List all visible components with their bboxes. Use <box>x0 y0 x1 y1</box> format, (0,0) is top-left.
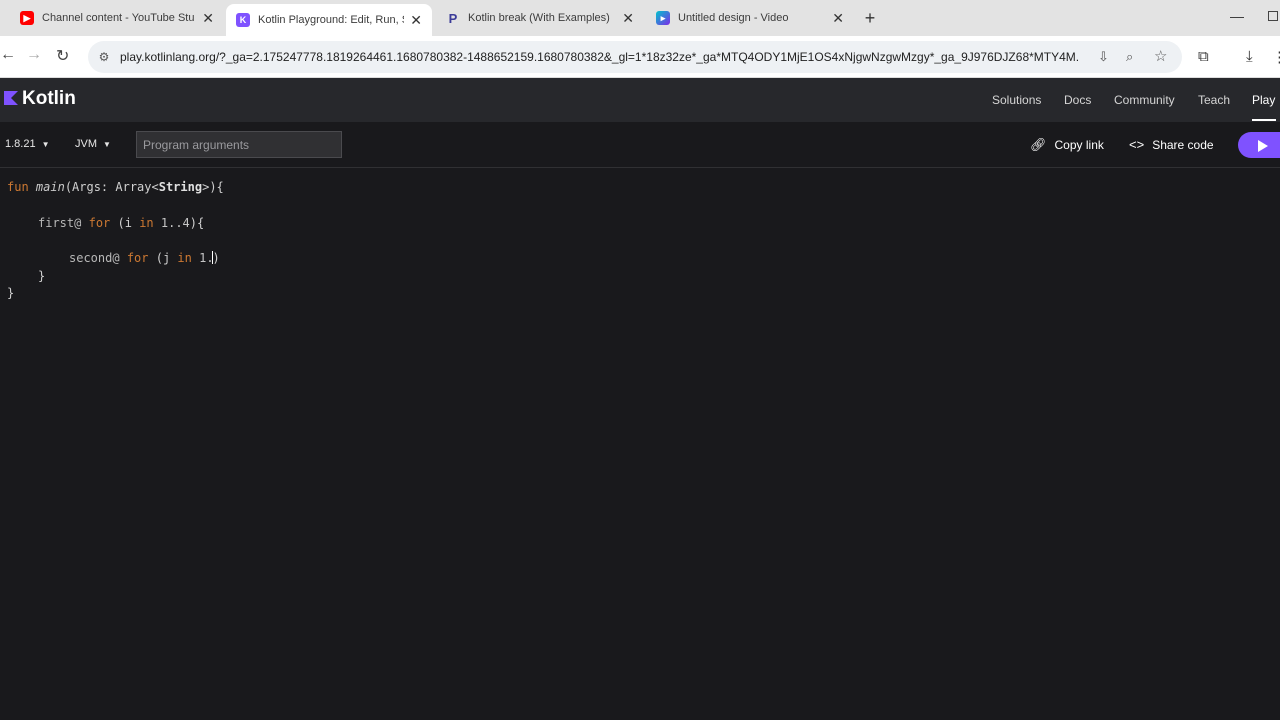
canva-icon: ▸ <box>656 11 670 25</box>
chevron-down-icon: ▼ <box>41 140 50 149</box>
browser-tab-kotlin-break[interactable]: P Kotlin break (With Examples) ✕ <box>436 4 644 32</box>
bookmark-star-icon[interactable]: ☆ <box>1154 47 1167 65</box>
site-header: Kotlin Solutions Docs Community Teach Pl… <box>0 78 1280 122</box>
minimize-icon[interactable]: — <box>1230 8 1244 24</box>
chevron-down-icon: ▼ <box>103 140 111 149</box>
install-app-icon[interactable]: ⇩ <box>1098 49 1109 65</box>
browser-tab-canva[interactable]: ▸ Untitled design - Video ✕ <box>646 4 854 32</box>
close-icon[interactable]: ✕ <box>622 10 634 27</box>
address-bar[interactable]: ⚙ play.kotlinlang.org/?_ga=2.175247778.1… <box>88 41 1182 73</box>
code-brackets-icon: <> <box>1129 137 1145 152</box>
download-icon[interactable]: ⤓ <box>1246 48 1253 65</box>
nav-docs[interactable]: Docs <box>1064 93 1091 107</box>
site-logo-text[interactable]: Kotlin <box>22 88 76 110</box>
browser-tab-kotlin-playground[interactable]: K Kotlin Playground: Edit, Run, Sh ✕ <box>226 4 432 36</box>
code-line-4[interactable]: } <box>38 269 45 283</box>
nav-play[interactable]: Play <box>1252 93 1275 107</box>
code-editor[interactable]: fun main(Args: Array<String>){ first@ fo… <box>0 168 1280 720</box>
version-select[interactable]: 1.8.21 ▼ <box>5 138 50 150</box>
link-icon: 🔗︎ <box>1030 137 1047 152</box>
url-text[interactable]: play.kotlinlang.org/?_ga=2.175247778.181… <box>120 50 1080 64</box>
menu-icon[interactable]: ⋮ <box>1272 48 1280 66</box>
nav-teach[interactable]: Teach <box>1198 93 1230 107</box>
maximize-icon[interactable] <box>1268 11 1278 21</box>
tab-title: Kotlin break (With Examples) <box>468 12 610 24</box>
nav-community[interactable]: Community <box>1114 93 1175 107</box>
copy-link-button[interactable]: 🔗︎ Copy link <box>1030 137 1104 153</box>
browser-tab-strip: ▶ Channel content - YouTube Stu ✕ K Kotl… <box>0 0 1280 36</box>
forward-arrow-icon[interactable]: → <box>26 46 42 64</box>
target-value: JVM <box>75 138 97 150</box>
youtube-icon: ▶ <box>20 11 34 25</box>
target-select[interactable]: JVM ▼ <box>75 138 111 150</box>
new-tab-button[interactable]: + <box>862 8 878 29</box>
run-button[interactable] <box>1238 132 1280 158</box>
copy-link-label: Copy link <box>1054 138 1104 152</box>
code-line-5[interactable]: } <box>7 286 14 300</box>
program-arguments-input[interactable] <box>136 131 342 158</box>
code-line-1[interactable]: fun main(Args: Array<String>){ <box>7 180 224 194</box>
programiz-icon: P <box>448 10 458 26</box>
browser-tab-youtube[interactable]: ▶ Channel content - YouTube Stu ✕ <box>10 4 224 32</box>
close-icon[interactable]: ✕ <box>202 10 214 27</box>
extensions-icon[interactable]: ⧉ <box>1198 48 1209 65</box>
browser-toolbar: ← → ↻ ⚙ play.kotlinlang.org/?_ga=2.17524… <box>0 36 1280 78</box>
back-arrow-icon[interactable]: ← <box>0 46 16 64</box>
kotlin-logo-icon[interactable] <box>4 91 18 105</box>
tab-title: Kotlin Playground: Edit, Run, Sh <box>258 14 405 26</box>
close-icon[interactable]: ✕ <box>832 10 844 27</box>
code-line-3[interactable]: second@ for (j in 1.) <box>69 251 220 265</box>
active-nav-indicator <box>1252 119 1276 121</box>
share-code-button[interactable]: <> Share code <box>1129 137 1214 152</box>
close-icon[interactable]: ✕ <box>410 12 422 29</box>
zoom-icon[interactable]: ⌕ <box>1126 49 1133 65</box>
nav-solutions[interactable]: Solutions <box>992 93 1041 107</box>
playground-toolbar: 1.8.21 ▼ JVM ▼ 🔗︎ Copy link <> Share code <box>0 122 1280 168</box>
text-cursor <box>211 251 213 264</box>
play-icon <box>1258 140 1268 152</box>
kotlin-icon: K <box>236 13 250 27</box>
tab-title: Untitled design - Video <box>678 12 789 24</box>
share-code-label: Share code <box>1152 137 1214 152</box>
code-line-2[interactable]: first@ for (i in 1..4){ <box>38 216 204 230</box>
tab-title: Channel content - YouTube Stu <box>42 12 195 24</box>
site-settings-icon[interactable]: ⚙ <box>96 49 112 65</box>
version-value: 1.8.21 <box>5 138 36 150</box>
reload-icon[interactable]: ↻ <box>56 46 69 66</box>
